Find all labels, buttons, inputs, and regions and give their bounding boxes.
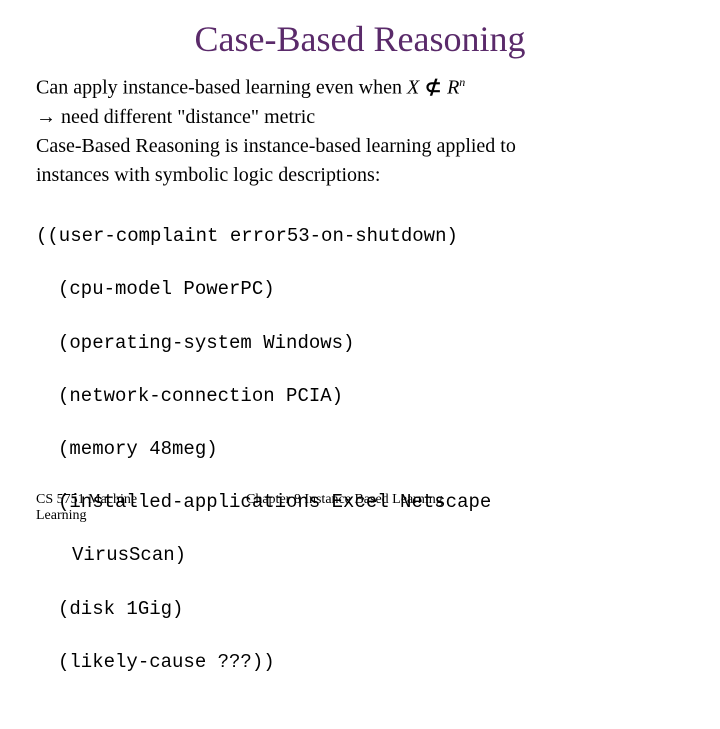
footer-left: CS 5751 Machine Learning [36, 492, 216, 524]
slide-container: Case-Based Reasoning Can apply instance-… [0, 0, 720, 540]
slide-footer: CS 5751 Machine Learning Chapter 8 Insta… [36, 492, 684, 524]
code-line: (network-connection PCIA) [36, 383, 684, 410]
code-line: (disk 1Gig) [36, 596, 684, 623]
line-3b: instances with symbolic logic descriptio… [36, 162, 684, 189]
code-line: (operating-system Windows) [36, 330, 684, 357]
line2-text: need different "distance" metric [56, 106, 315, 128]
code-line: (cpu-model PowerPC) [36, 276, 684, 303]
code-line: (likely-cause ???)) [36, 649, 684, 676]
footer-course-1: CS 5751 Machine [36, 492, 216, 508]
body-text: Can apply instance-based learning even w… [36, 74, 684, 189]
footer-chapter: Chapter 8 Instance Based Learning [216, 492, 684, 524]
code-line: ((user-complaint error53-on-shutdown) [36, 223, 684, 250]
superscript-n: n [459, 75, 465, 89]
not-subset-symbol: ⊄ [419, 77, 447, 99]
line-2: → need different "distance" metric [36, 104, 684, 131]
slide-title: Case-Based Reasoning [36, 18, 684, 60]
code-line: (memory 48meg) [36, 436, 684, 463]
footer-course-2: Learning [36, 508, 216, 524]
var-x: X [407, 77, 419, 99]
line-1: Can apply instance-based learning even w… [36, 74, 684, 102]
var-r: R [447, 77, 459, 99]
line1-text-a: Can apply instance-based learning even w… [36, 77, 407, 99]
code-line: VirusScan) [36, 542, 684, 569]
implies-arrow-icon: → [36, 106, 56, 128]
code-block: ((user-complaint error53-on-shutdown) (c… [36, 197, 684, 729]
line-3: Case-Based Reasoning is instance-based l… [36, 133, 684, 160]
